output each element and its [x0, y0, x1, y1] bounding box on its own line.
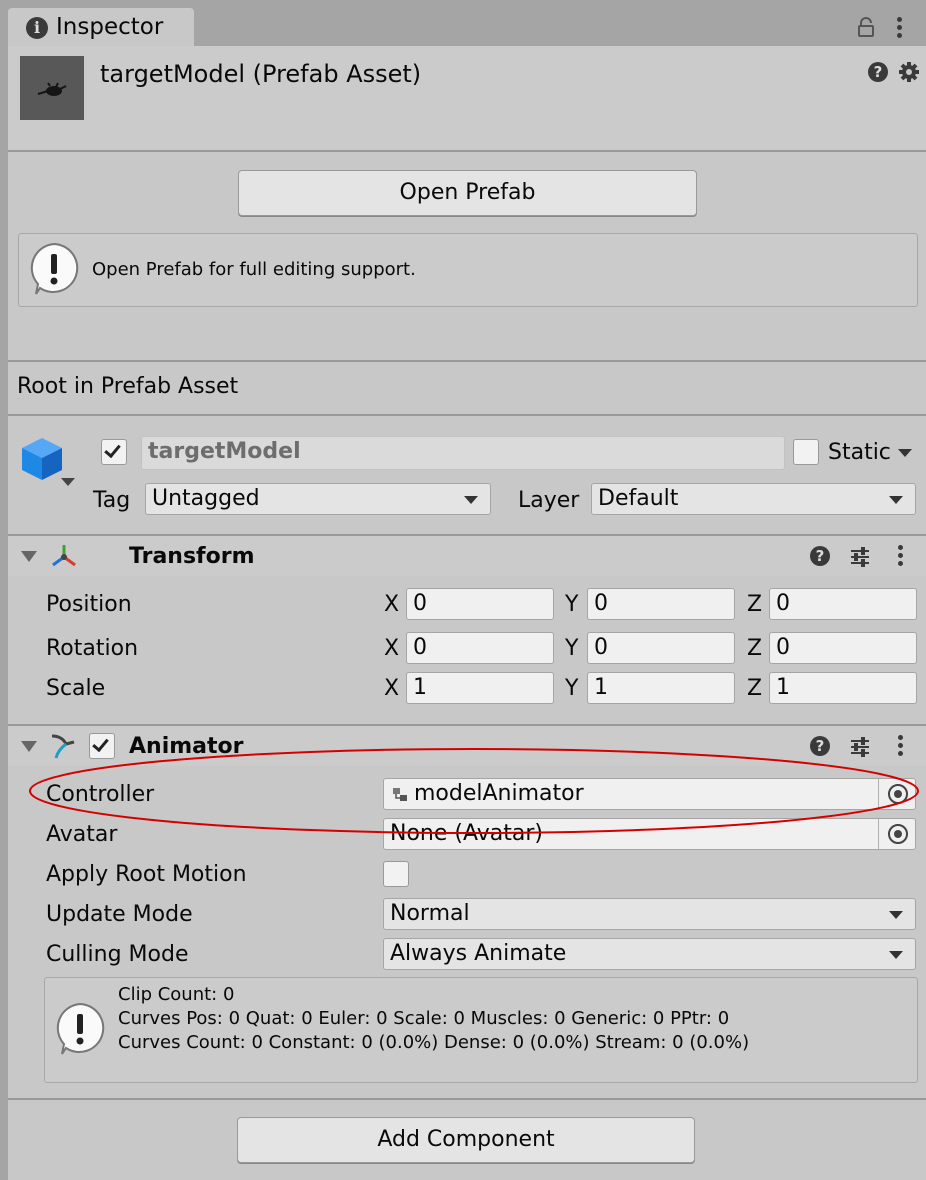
static-label: Static [828, 440, 891, 465]
icon-dropdown-caret[interactable] [61, 478, 75, 486]
update-mode-dropdown[interactable]: Normal [383, 898, 916, 930]
tag-label: Tag [93, 488, 131, 513]
open-prefab-button[interactable]: Open Prefab [238, 170, 697, 216]
rotation-x-field[interactable]: 0 [406, 632, 554, 664]
scale-x-axis[interactable]: X [384, 676, 399, 701]
tag-value: Untagged [152, 486, 260, 511]
position-x-axis[interactable]: X [384, 592, 399, 617]
position-z-field[interactable]: 0 [769, 588, 917, 620]
tab-title: Inspector [56, 14, 164, 40]
rotation-z-axis[interactable]: Z [747, 636, 762, 661]
transform-help-icon[interactable]: ? [810, 546, 830, 566]
layer-value: Default [598, 486, 679, 511]
prefab-help-text: Open Prefab for full editing support. [92, 259, 416, 280]
scale-z-axis[interactable]: Z [747, 676, 762, 701]
rotation-y-axis[interactable]: Y [565, 636, 578, 661]
transform-title: Transform [129, 544, 255, 569]
position-y-field[interactable]: 0 [587, 588, 735, 620]
culling-mode-value: Always Animate [390, 941, 567, 966]
transform-menu-icon[interactable] [894, 543, 906, 569]
update-mode-value: Normal [390, 901, 470, 926]
scale-label: Scale [46, 676, 106, 701]
curves-pos-text: Curves Pos: 0 Quat: 0 Euler: 0 Scale: 0 … [118, 1008, 730, 1029]
separator [8, 360, 926, 362]
root-in-prefab-label: Root in Prefab Asset [17, 374, 239, 399]
apply-root-motion-label: Apply Root Motion [46, 862, 247, 887]
highlight-ellipse [29, 748, 919, 834]
rotation-z-field[interactable]: 0 [769, 632, 917, 664]
asset-title: targetModel (Prefab Asset) [100, 60, 422, 88]
scale-y-axis[interactable]: Y [565, 676, 578, 701]
static-dropdown-caret[interactable] [898, 449, 912, 457]
warning-info-icon [56, 1002, 105, 1055]
layer-dropdown[interactable]: Default [591, 483, 916, 515]
asset-thumbnail [20, 56, 84, 120]
update-mode-label: Update Mode [46, 902, 193, 927]
inspector-info-icon [26, 17, 48, 39]
scale-y-field[interactable]: 1 [587, 672, 735, 704]
rotation-label: Rotation [46, 636, 139, 661]
layer-label: Layer [518, 488, 580, 513]
rotation-y-field[interactable]: 0 [587, 632, 735, 664]
position-z-axis[interactable]: Z [747, 592, 762, 617]
culling-mode-dropdown[interactable]: Always Animate [383, 938, 916, 970]
position-y-axis[interactable]: Y [565, 592, 578, 617]
warning-info-icon [30, 242, 79, 295]
gameobject-name-field[interactable]: targetModel [141, 436, 785, 470]
culling-mode-label: Culling Mode [46, 942, 189, 967]
tag-dropdown[interactable]: Untagged [145, 483, 491, 515]
rotation-x-axis[interactable]: X [384, 636, 399, 661]
transform-icon [52, 545, 76, 567]
clip-count-text: Clip Count: 0 [118, 984, 235, 1005]
position-x-field[interactable]: 0 [406, 588, 554, 620]
help-icon[interactable]: ? [868, 62, 888, 82]
add-component-button[interactable]: Add Component [237, 1117, 695, 1163]
separator [8, 414, 926, 416]
scale-z-field[interactable]: 1 [769, 672, 917, 704]
position-label: Position [46, 592, 132, 617]
apply-root-motion-checkbox[interactable] [383, 861, 409, 887]
gear-icon[interactable] [898, 61, 920, 83]
transform-foldout-icon[interactable] [21, 551, 37, 562]
curves-count-text: Curves Count: 0 Constant: 0 (0.0%) Dense… [118, 1032, 750, 1053]
lock-icon[interactable] [856, 17, 876, 37]
window-left-edge [0, 0, 8, 1180]
transform-presets-icon[interactable] [849, 546, 871, 568]
scale-x-field[interactable]: 1 [406, 672, 554, 704]
gameobject-cube-icon[interactable] [20, 436, 66, 482]
static-checkbox[interactable] [793, 439, 819, 465]
window-menu-icon[interactable] [892, 15, 906, 41]
separator [8, 1098, 926, 1100]
gameobject-active-checkbox[interactable] [101, 439, 127, 465]
